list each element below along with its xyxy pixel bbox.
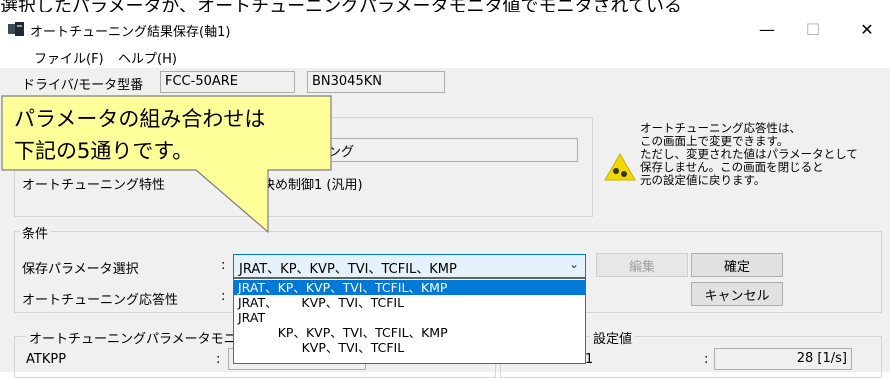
app-icon xyxy=(8,22,24,36)
conditions-group-label: 条件 xyxy=(19,223,52,242)
dropdown-option[interactable]: KP、KVP、TVI、TCFIL、KMP xyxy=(234,325,585,340)
monitor-row-colon: : xyxy=(216,352,221,367)
warning-triangle-icon xyxy=(604,152,636,181)
top-instruction-text: 選択したパラメータが、オートチューニングパラメータモニタ値でモニタされている xyxy=(0,0,683,12)
tuning-note: オートチューニング応答性は、 この画面上で変更できます。 ただし、変更された値は… xyxy=(640,122,858,187)
monitor-row-label: ATKPP xyxy=(26,352,67,367)
menu-bar: ファイル(F) ヘルプ(H) xyxy=(0,44,890,68)
note-line: 元の設定値に戻ります。 xyxy=(640,173,766,187)
dialog-window: オートチューニング結果保存(軸1) — ☐ ✕ ファイル(F) ヘルプ(H) ド… xyxy=(0,14,890,378)
param-select-dropdown: JRAT、KP、KVP、TVI、TCFIL、KMP JRAT、 KVP、TVI、… xyxy=(233,278,586,364)
tuning-characteristic-value: 位置決め制御1 (汎用) xyxy=(236,178,363,193)
menu-help[interactable]: ヘルプ(H) xyxy=(118,48,177,67)
combobox-selected-value: JRAT、KP、KVP、TVI、TCFIL、KMP xyxy=(239,262,457,277)
dropdown-option[interactable]: JRAT、KP、KVP、TVI、TCFIL、KMP xyxy=(234,280,585,295)
tuning-mode-label: チューニングモード xyxy=(22,146,140,161)
chevron-down-icon[interactable]: ⌄ xyxy=(569,257,579,271)
close-button[interactable]: ✕ xyxy=(844,14,890,44)
response-label: オートチューニング応答性 xyxy=(22,293,179,308)
edit-button[interactable]: 編集 xyxy=(596,253,688,277)
menu-file[interactable]: ファイル(F) xyxy=(34,48,104,67)
minimize-button[interactable]: — xyxy=(744,14,790,44)
monitor-group-label: オートチューニングパラメータモニタ値 xyxy=(26,328,266,347)
window-title: オートチューニング結果保存(軸1) xyxy=(30,25,231,40)
dropdown-option[interactable]: JRAT xyxy=(234,310,585,325)
title-bar: オートチューニング結果保存(軸1) — ☐ ✕ xyxy=(0,14,890,44)
param-select-label: 保存パラメータ選択 xyxy=(22,262,139,277)
setting-group-label: 設定値 xyxy=(590,328,636,347)
tuning-characteristic-label: オートチューニング特性 xyxy=(22,178,166,193)
characteristic-colon: : xyxy=(221,174,226,189)
dropdown-option[interactable]: JRAT、 KVP、TVI、TCFIL xyxy=(234,295,585,310)
param-select-colon: : xyxy=(221,258,226,273)
tuning-group xyxy=(14,117,593,217)
maximize-button[interactable]: ☐ xyxy=(790,14,836,44)
dropdown-option[interactable]: KVP、TVI、TCFIL xyxy=(234,340,585,355)
cancel-button[interactable]: キャンセル xyxy=(691,282,783,306)
motor-model-field: BN3045KN xyxy=(307,71,445,93)
drive-label: ドライバ/モータ型番 xyxy=(22,78,144,93)
response-colon: : xyxy=(221,289,226,304)
driver-model-field: FCC-50ARE xyxy=(160,71,295,93)
setting-row-value: 28 [1/s] xyxy=(714,348,852,370)
param-select-combobox[interactable]: JRAT、KP、KVP、TVI、TCFIL、KMP ⌄ xyxy=(233,254,586,278)
setting-row-colon: : xyxy=(704,352,709,367)
confirm-button[interactable]: 確定 xyxy=(691,253,783,277)
tuning-mode-field: オートチューニング xyxy=(232,138,578,162)
